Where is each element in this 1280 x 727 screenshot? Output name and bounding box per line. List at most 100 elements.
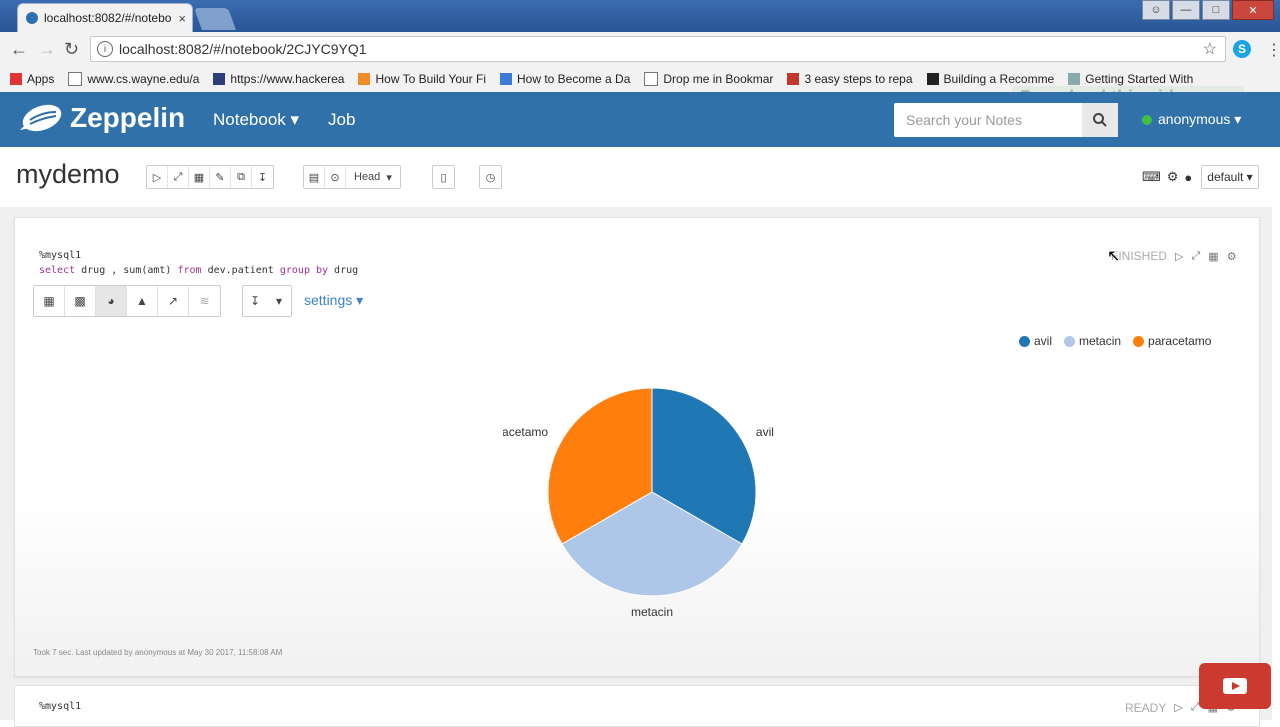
paragraph-settings-icon[interactable]: ⚙ xyxy=(1227,250,1237,263)
bookmark-item[interactable]: https://www.hackerea xyxy=(213,72,344,86)
pie-chart-icon[interactable]: ◕ xyxy=(96,286,127,316)
clock-icon[interactable]: ◷ xyxy=(480,166,501,188)
nav-notebook-menu[interactable]: Notebook ▾ xyxy=(213,110,299,130)
maximize-button[interactable]: □ xyxy=(1202,0,1230,20)
paragraph-2-code[interactable]: %mysql1 xyxy=(39,701,81,712)
back-icon[interactable]: ← xyxy=(10,39,28,60)
line-chart-icon[interactable]: ↗ xyxy=(158,286,189,316)
skype-extension-icon[interactable]: S xyxy=(1233,40,1251,58)
run-all-icon[interactable]: ▷ xyxy=(147,166,168,188)
keyboard-icon[interactable]: ⌨ xyxy=(1142,169,1161,185)
show-hide-output-icon[interactable]: ▦ xyxy=(189,166,210,188)
info-icon[interactable]: i xyxy=(97,41,113,57)
zeppelin-brand[interactable]: Zeppelin xyxy=(70,102,185,134)
paragraph-1[interactable]: %mysql1 select drug , sum(amt) from dev.… xyxy=(14,217,1260,677)
code-keyword: group by xyxy=(279,265,329,276)
puzzle-icon xyxy=(1068,73,1081,85)
paragraph-2[interactable]: %mysql1 READY ▷ ⤢ ▦ ⚙ xyxy=(14,685,1260,727)
tab-close-icon[interactable]: × xyxy=(178,11,186,26)
bookmark-label: https://www.hackerea xyxy=(230,72,345,86)
bank-icon xyxy=(787,73,800,85)
tab-title: localhost:8082/#/notebo xyxy=(44,11,172,25)
head-revision-select[interactable]: Head ▾ xyxy=(346,166,400,188)
download-icon[interactable]: ↧ xyxy=(243,286,267,316)
clone-notebook-icon[interactable]: ⧉ xyxy=(231,166,252,188)
nav-job-link[interactable]: Job xyxy=(328,110,355,130)
window-controls: ☺ — □ ✕ xyxy=(1142,0,1274,20)
user-icon[interactable]: ☺ xyxy=(1142,0,1170,20)
bar-chart-icon[interactable]: ▩ xyxy=(65,286,96,316)
youtube-logo-icon[interactable] xyxy=(1199,663,1271,709)
show-hide-code-icon[interactable]: ⤢ xyxy=(168,166,189,188)
gear-icon[interactable]: ⚙ xyxy=(1167,169,1179,185)
url-field[interactable]: i localhost:8082/#/notebook/2CJYC9YQ1 ☆ xyxy=(90,36,1226,62)
layout-select[interactable]: default ▾ xyxy=(1201,165,1259,189)
zeppelin-logo-icon xyxy=(20,104,62,132)
scheduler-group: ◷ xyxy=(479,165,502,189)
browser-menu-icon[interactable]: ⋮ xyxy=(1266,40,1280,60)
user-menu[interactable]: anonymous ▾ xyxy=(1142,111,1241,128)
paragraph-2-status: READY xyxy=(1125,701,1167,715)
search-notes-input[interactable]: Search your Notes xyxy=(894,103,1082,137)
commit-icon[interactable]: ▤ xyxy=(304,166,325,188)
legend-item[interactable]: metacin xyxy=(1064,334,1121,348)
paragraph-code[interactable]: %mysql1 select drug , sum(amt) from dev.… xyxy=(39,248,358,278)
table-view-icon[interactable]: ▦ xyxy=(34,286,65,316)
download-dropdown-icon[interactable]: ▾ xyxy=(267,286,291,316)
bookmark-item[interactable]: 3 easy steps to repa xyxy=(787,72,913,86)
bookmark-label: How to Become a Da xyxy=(517,72,631,86)
code-text: drug , sum(amt) xyxy=(75,265,178,276)
bookmark-item[interactable]: Building a Recomme xyxy=(926,72,1054,86)
bookmark-item[interactable]: Getting Started With xyxy=(1068,72,1193,86)
code-line-interpreter: %mysql1 xyxy=(39,250,82,261)
hide-output-icon[interactable]: ▦ xyxy=(1208,250,1218,263)
bookmark-item[interactable]: Drop me in Bookmar xyxy=(644,72,773,86)
bookmark-item[interactable]: www.cs.wayne.edu/a xyxy=(68,72,199,86)
notebook-action-group: ▷ ⤢ ▦ ✎ ⧉ ↧ xyxy=(146,165,274,189)
version-control-group: ▤ ⊙ Head ▾ xyxy=(303,165,401,189)
globe-icon xyxy=(500,73,512,85)
notebook-actionbar: mydemo ▷ ⤢ ▦ ✎ ⧉ ↧ ▤ ⊙ Head ▾ ▯ ◷ ⌨ ⚙ ● … xyxy=(0,147,1272,208)
visualization-settings-link[interactable]: settings ▾ xyxy=(304,292,363,309)
search-button[interactable] xyxy=(1082,103,1118,137)
bookmark-item[interactable]: Apps xyxy=(10,72,54,86)
run-paragraph-icon[interactable]: ▷ xyxy=(1174,701,1182,715)
area-chart-icon[interactable]: ▲ xyxy=(127,286,158,316)
legend-label: paracetamo xyxy=(1148,334,1212,348)
apps-icon xyxy=(10,73,22,85)
revision-icon[interactable]: ⊙ xyxy=(325,166,346,188)
minimize-button[interactable]: — xyxy=(1172,0,1200,20)
legend-swatch xyxy=(1019,335,1030,347)
notebook-title[interactable]: mydemo xyxy=(16,159,120,190)
reload-icon[interactable]: ↻ xyxy=(64,39,79,60)
bookmark-item[interactable]: How to Become a Da xyxy=(500,72,630,86)
user-name: anonymous ▾ xyxy=(1158,111,1242,127)
close-window-button[interactable]: ✕ xyxy=(1232,0,1274,20)
bookmark-label: Drop me in Bookmar xyxy=(663,72,774,86)
legend-item[interactable]: paracetamo xyxy=(1133,334,1211,348)
scatter-chart-icon[interactable]: ≋ xyxy=(189,286,220,316)
clear-output-icon[interactable]: ✎ xyxy=(210,166,231,188)
chart-legend: avil metacin paracetamo xyxy=(1019,334,1211,348)
lock-icon[interactable]: ● xyxy=(1184,170,1192,185)
bookmark-label: How To Build Your Fi xyxy=(375,72,486,86)
new-tab-button[interactable] xyxy=(193,8,237,30)
bookmark-item[interactable]: How To Build Your Fi xyxy=(358,72,486,86)
trash-icon[interactable]: ▯ xyxy=(433,166,454,188)
bookmark-star-icon[interactable]: ☆ xyxy=(1203,39,1217,59)
legend-swatch xyxy=(1064,335,1076,347)
window-titlebar: localhost:8082/#/notebo × ☺ — □ ✕ xyxy=(0,0,1280,32)
browser-tab[interactable]: localhost:8082/#/notebo × xyxy=(17,3,193,32)
amazon-icon xyxy=(926,73,939,85)
page-icon xyxy=(68,72,83,86)
delete-notebook-group: ▯ xyxy=(432,165,455,189)
a-icon xyxy=(358,73,371,85)
legend-item[interactable]: avil xyxy=(1019,334,1052,348)
page-icon xyxy=(644,72,659,86)
forward-icon[interactable]: → xyxy=(38,39,56,60)
run-paragraph-icon[interactable]: ▷ xyxy=(1175,250,1183,263)
code-keyword: from xyxy=(177,265,202,276)
hide-editor-icon[interactable]: ⤢ xyxy=(1191,250,1200,263)
export-notebook-icon[interactable]: ↧ xyxy=(252,166,273,188)
bookmark-label: Getting Started With xyxy=(1085,72,1194,86)
